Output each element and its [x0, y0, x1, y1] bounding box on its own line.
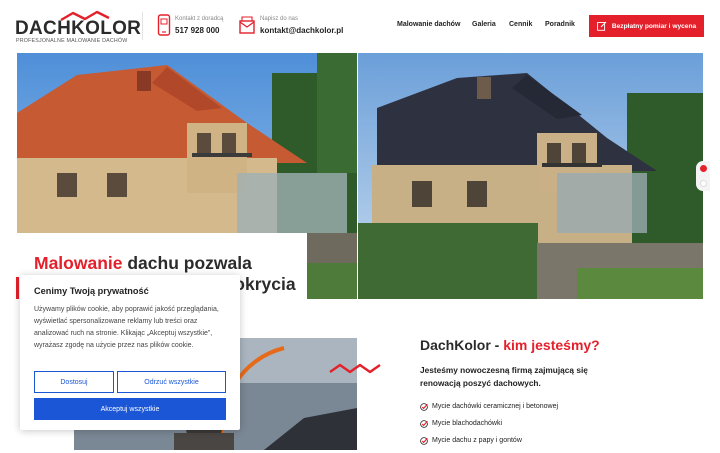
about-title: DachKolor - kim jesteśmy? — [420, 337, 600, 353]
check-icon — [420, 403, 428, 411]
hero-slider: Malowanie dachu pozwala przedłużyć żywot… — [17, 53, 703, 299]
cookie-customize-button[interactable]: Dostosuj — [34, 371, 114, 393]
about-lead: Jesteśmy nowoczesną firmą zajmującą się … — [420, 365, 588, 388]
list-item-label: Mycie dachu z papy i gontów — [432, 437, 522, 444]
email-label: Napisz do nas — [260, 16, 299, 22]
about-title-highlight: kim jesteśmy? — [503, 337, 600, 353]
services-list: Mycie dachówki ceramicznej i betonowej M… — [420, 402, 558, 453]
logo-dach: DACH — [15, 18, 72, 39]
edit-icon — [597, 21, 607, 31]
list-item: Mycie dachówki ceramicznej i betonowej — [420, 402, 558, 419]
nav-malowanie-dachow[interactable]: Malowanie dachów — [397, 21, 460, 28]
cookie-accent-bar — [16, 277, 19, 299]
nav-galeria[interactable]: Galeria — [472, 21, 496, 28]
list-item-label: Mycie dachówki ceramicznej i betonowej — [432, 403, 559, 410]
phone-label: Kontakt z doradcą — [175, 16, 224, 22]
list-item: Mycie dachu z papy i gontów — [420, 436, 558, 453]
free-quote-label: Bezpłatny pomiar i wycena — [611, 22, 697, 30]
phone-icon — [157, 14, 171, 36]
mail-icon — [239, 16, 255, 34]
cookie-consent-dialog: Cenimy Twoją prywatność Używamy plików c… — [20, 275, 240, 430]
logo-wordmark: DACHKOLOR — [15, 19, 141, 39]
email-contact[interactable]: Napisz do nas kontakt@dachkolor.pl — [239, 14, 349, 38]
list-item: Mycie blachodachówki — [420, 419, 558, 436]
slider-pagination — [696, 161, 710, 191]
header-divider — [142, 12, 143, 40]
check-icon — [420, 437, 428, 445]
phone-number[interactable]: 517 928 000 — [175, 26, 220, 35]
free-quote-button[interactable]: Bezpłatny pomiar i wycena — [589, 15, 704, 37]
logo-kolor: KOLOR — [71, 18, 142, 39]
check-icon — [420, 420, 428, 428]
cookie-reject-button[interactable]: Odrzuć wszystkie — [117, 371, 226, 393]
nav-poradnik[interactable]: Poradnik — [545, 21, 575, 28]
slider-dot[interactable] — [700, 180, 707, 187]
about-title-brand: DachKolor - — [420, 337, 504, 353]
cookie-accept-button[interactable]: Akceptuj wszystkie — [34, 398, 226, 420]
email-address[interactable]: kontakt@dachkolor.pl — [260, 26, 343, 35]
site-header: DACHKOLOR PROFESJONALNE MALOWANIE DACHÓW… — [0, 0, 720, 52]
hero-heading-highlight: Malowanie — [34, 253, 123, 273]
logo-tagline: PROFESJONALNE MALOWANIE DACHÓW — [16, 38, 128, 44]
slider-dot-active[interactable] — [700, 165, 707, 172]
logo[interactable]: DACHKOLOR PROFESJONALNE MALOWANIE DACHÓW — [15, 10, 141, 44]
nav-cennik[interactable]: Cennik — [509, 21, 532, 28]
decorative-zigzag-icon — [329, 363, 381, 374]
list-item-label: Mycie blachodachówki — [432, 420, 503, 427]
cookie-title: Cenimy Twoją prywatność — [34, 286, 149, 296]
cookie-body: Używamy plików cookie, aby poprawić jako… — [34, 306, 219, 349]
phone-contact[interactable]: Kontakt z doradcą 517 928 000 — [157, 14, 237, 38]
